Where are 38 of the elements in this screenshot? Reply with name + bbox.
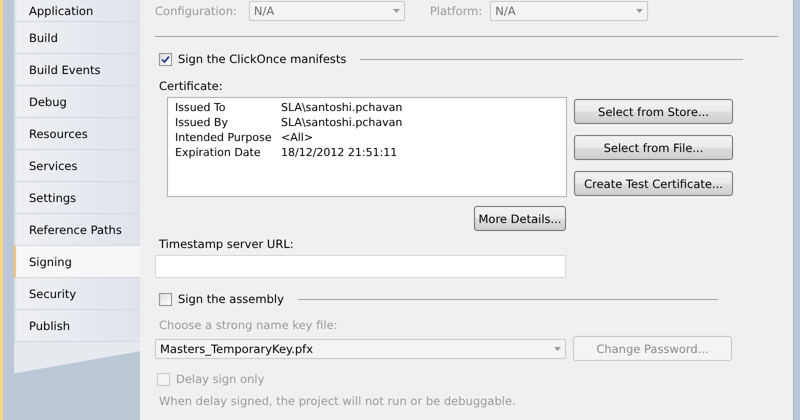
sidebar-tab[interactable]: Application — [14, 0, 140, 22]
more-details-button[interactable]: More Details... — [474, 206, 566, 231]
checkbox[interactable] — [159, 52, 172, 66]
timestamp-url-field[interactable] — [155, 255, 566, 278]
dropdown-arrow-icon — [392, 9, 400, 13]
sidebar-tab[interactable]: Build — [14, 22, 140, 54]
dropdown-arrow-icon — [636, 9, 644, 13]
field-name: Issued To — [175, 100, 227, 115]
checkbox-label: Sign the ClickOnce manifests — [178, 52, 346, 66]
certificate-button[interactable]: Create Test Certificate... — [574, 171, 733, 196]
platform-label: Platform: — [430, 4, 482, 18]
certificate-button[interactable]: Select from Store... — [574, 99, 733, 124]
sidebar-tab[interactable]: Signing — [14, 246, 142, 278]
sidebar-tab[interactable]: Settings — [14, 182, 140, 214]
certificate-label: Certificate: — [159, 79, 224, 93]
sidebar-tab[interactable]: Build Events — [14, 54, 140, 86]
note-text: When delay signed, the project will not run or be debuggable. — [159, 394, 517, 408]
sidebar-tab[interactable]: Reference Paths — [14, 214, 140, 246]
sidebar-tab[interactable]: Security — [14, 278, 140, 310]
field-value: 18/12/2012 21:51:11 — [281, 145, 398, 160]
certificate-button[interactable]: Select from File... — [574, 135, 733, 160]
sidebar-tab[interactable]: Services — [14, 150, 140, 182]
configuration-label: Configuration: — [155, 4, 237, 18]
field-name: Expiration Date — [175, 145, 262, 160]
timestamp-label: Timestamp server URL: — [159, 237, 295, 251]
checkbox[interactable] — [159, 292, 172, 306]
field-value: <All> — [281, 130, 314, 145]
dropdown-arrow-icon — [554, 346, 561, 350]
sidebar-tab[interactable]: Debug — [14, 86, 140, 118]
field-value: SLA\santoshi.pchavan — [281, 100, 402, 115]
sidebar-tab[interactable]: Publish — [14, 310, 140, 342]
key-file-label: Choose a strong name key file: — [159, 318, 339, 332]
sidebar-tab[interactable]: Resources — [14, 118, 140, 150]
checkbox-label: Delay sign only — [176, 372, 264, 386]
field-value: SLA\santoshi.pchavan — [281, 115, 402, 130]
field-name: Intended Purpose — [175, 130, 273, 145]
checkbox-label: Sign the assembly — [178, 292, 284, 306]
field-name: Issued By — [175, 115, 229, 130]
